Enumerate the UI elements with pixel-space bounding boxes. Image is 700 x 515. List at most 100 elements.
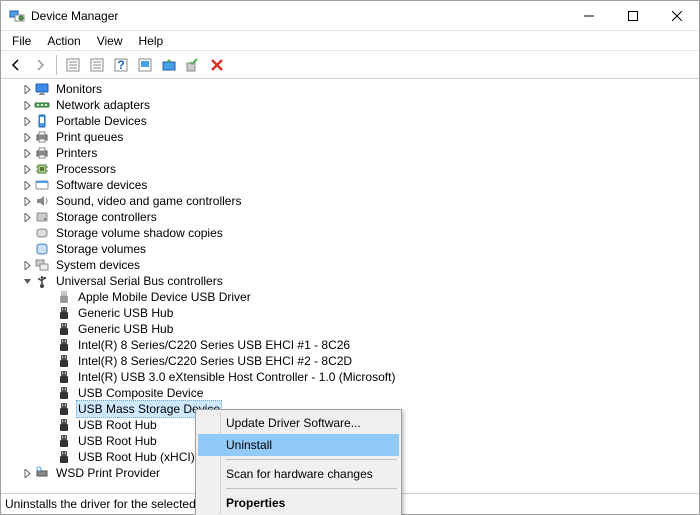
- tree-device[interactable]: Intel(R) 8 Series/C220 Series USB EHCI #…: [1, 353, 699, 369]
- tree-device[interactable]: Intel(R) USB 3.0 eXtensible Host Control…: [1, 369, 699, 385]
- context-menu-update-driver[interactable]: Update Driver Software...: [198, 412, 399, 434]
- usb-dark-icon: [56, 449, 72, 465]
- tree-category-label: Storage controllers: [54, 209, 159, 225]
- titlebar: Device Manager: [1, 1, 699, 31]
- tree-device[interactable]: USB Composite Device: [1, 385, 699, 401]
- expander-none: [43, 387, 55, 399]
- expander-none: [43, 403, 55, 415]
- chevron-right-icon[interactable]: [21, 195, 33, 207]
- chevron-right-icon[interactable]: [21, 179, 33, 191]
- window-title: Device Manager: [31, 9, 567, 23]
- tree-device-label: Generic USB Hub: [76, 321, 175, 337]
- menu-help[interactable]: Help: [132, 32, 171, 50]
- system-icon: [34, 257, 50, 273]
- context-menu-separator: [226, 459, 397, 460]
- tree-category[interactable]: Storage controllers: [1, 209, 699, 225]
- expander-none: [43, 291, 55, 303]
- tree-category-label: Processors: [54, 161, 118, 177]
- usb-dark-icon: [56, 401, 72, 417]
- chevron-right-icon[interactable]: [21, 467, 33, 479]
- tree-device-label: USB Root Hub (xHCI): [76, 449, 197, 465]
- usb-dark-icon: [56, 369, 72, 385]
- chevron-right-icon[interactable]: [21, 211, 33, 223]
- network-icon: [34, 97, 50, 113]
- tree-category-label: Software devices: [54, 177, 149, 193]
- toolbar-disable-button[interactable]: [206, 54, 228, 76]
- chevron-down-icon[interactable]: [21, 275, 33, 287]
- expander-none: [43, 355, 55, 367]
- expander-none: [43, 371, 55, 383]
- context-menu-properties[interactable]: Properties: [198, 492, 399, 514]
- chevron-right-icon[interactable]: [21, 163, 33, 175]
- tree-category[interactable]: Network adapters: [1, 97, 699, 113]
- shadow-icon: [34, 225, 50, 241]
- tree-category[interactable]: Software devices: [1, 177, 699, 193]
- tree-category-label: Network adapters: [54, 97, 152, 113]
- tree-category[interactable]: Printers: [1, 145, 699, 161]
- expander-none: [43, 339, 55, 351]
- usb-dark-icon: [56, 417, 72, 433]
- tree-device[interactable]: Generic USB Hub: [1, 305, 699, 321]
- chevron-right-icon[interactable]: [21, 147, 33, 159]
- toolbar-uninstall-button[interactable]: [182, 54, 204, 76]
- tree-device[interactable]: Intel(R) 8 Series/C220 Series USB EHCI #…: [1, 337, 699, 353]
- usb-icon: [34, 273, 50, 289]
- chevron-right-icon[interactable]: [21, 131, 33, 143]
- software-icon: [34, 177, 50, 193]
- tree-device-label: Generic USB Hub: [76, 305, 175, 321]
- tree-category[interactable]: Storage volume shadow copies: [1, 225, 699, 241]
- tree-category[interactable]: Print queues: [1, 129, 699, 145]
- tree-category[interactable]: Storage volumes: [1, 241, 699, 257]
- toolbar-help-button[interactable]: [110, 54, 132, 76]
- toolbar-properties-button[interactable]: [86, 54, 108, 76]
- usb-dark-icon: [56, 353, 72, 369]
- tree-device-label: Apple Mobile Device USB Driver: [76, 289, 253, 305]
- volume-icon: [34, 241, 50, 257]
- tree-category[interactable]: Portable Devices: [1, 113, 699, 129]
- tree-device[interactable]: Apple Mobile Device USB Driver: [1, 289, 699, 305]
- tree-category[interactable]: System devices: [1, 257, 699, 273]
- expander-none: [43, 435, 55, 447]
- device-manager-window: Device Manager File Action View Help Mon…: [0, 0, 700, 515]
- tree-category[interactable]: Sound, video and game controllers: [1, 193, 699, 209]
- tree-category-label: System devices: [54, 257, 142, 273]
- minimize-button[interactable]: [567, 1, 611, 30]
- tree-category[interactable]: Processors: [1, 161, 699, 177]
- tree-category-label: Storage volume shadow copies: [54, 225, 225, 241]
- tree-device-label: USB Root Hub: [76, 417, 159, 433]
- chevron-right-icon[interactable]: [21, 259, 33, 271]
- tree-category-label: WSD Print Provider: [54, 465, 162, 481]
- toolbar-back-button[interactable]: [5, 54, 27, 76]
- context-menu-scan[interactable]: Scan for hardware changes: [198, 463, 399, 485]
- expander-none: [43, 323, 55, 335]
- toolbar-update-driver-button[interactable]: [158, 54, 180, 76]
- toolbar-show-hide-console-button[interactable]: [62, 54, 84, 76]
- tree-device[interactable]: Generic USB Hub: [1, 321, 699, 337]
- context-menu-uninstall[interactable]: Uninstall: [198, 434, 399, 456]
- expander-none: [43, 307, 55, 319]
- tree-category-label: Monitors: [54, 81, 104, 97]
- cpu-icon: [34, 161, 50, 177]
- toolbar-forward-button[interactable]: [29, 54, 51, 76]
- tree-category-label: Printers: [54, 145, 99, 161]
- chevron-right-icon[interactable]: [21, 83, 33, 95]
- menu-action[interactable]: Action: [40, 32, 87, 50]
- chevron-right-icon[interactable]: [21, 115, 33, 127]
- expander-none: [43, 419, 55, 431]
- chevron-right-icon[interactable]: [21, 99, 33, 111]
- close-button[interactable]: [655, 1, 699, 30]
- tree-category[interactable]: Monitors: [1, 81, 699, 97]
- menu-file[interactable]: File: [5, 32, 38, 50]
- tree-category[interactable]: Universal Serial Bus controllers: [1, 273, 699, 289]
- tree-device-label: USB Root Hub: [76, 433, 159, 449]
- printer-icon: [34, 129, 50, 145]
- tree-device-label: USB Composite Device: [76, 385, 205, 401]
- menu-view[interactable]: View: [90, 32, 130, 50]
- context-menu: Update Driver Software... Uninstall Scan…: [195, 409, 402, 515]
- toolbar-separator: [56, 55, 57, 75]
- toolbar-scan-button[interactable]: [134, 54, 156, 76]
- usb-dark-icon: [56, 433, 72, 449]
- maximize-button[interactable]: [611, 1, 655, 30]
- app-icon: [9, 8, 25, 24]
- usb-dark-icon: [56, 321, 72, 337]
